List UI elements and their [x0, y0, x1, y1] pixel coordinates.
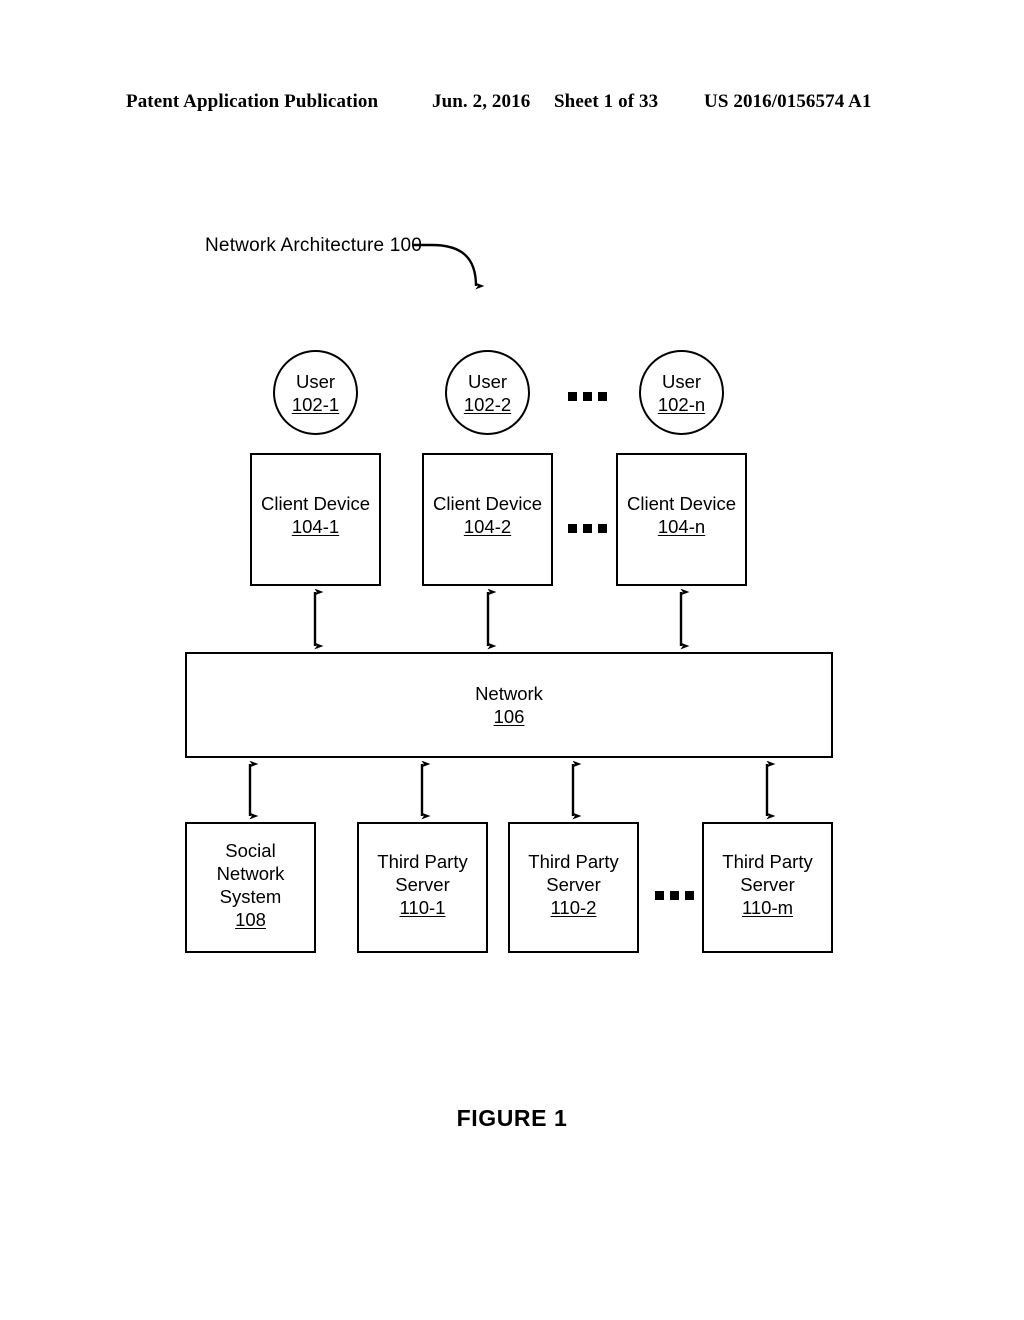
- third-party-server-110-2-line2: Server: [546, 874, 601, 895]
- third-party-server-110-2-line1: Third Party: [528, 851, 619, 872]
- third-party-server-110-m-line1: Third Party: [722, 851, 813, 872]
- ellipsis-client-devices: [568, 524, 607, 533]
- third-party-server-110-1-line2: Server: [395, 874, 450, 895]
- node-user-102-n: User 102-n: [639, 350, 724, 435]
- user-102-1-title: User: [295, 370, 336, 392]
- social-network-system-line2: Network: [216, 862, 285, 884]
- user-102-1-ref: 102-1: [291, 393, 340, 415]
- node-user-102-2: User 102-2: [445, 350, 530, 435]
- node-client-device-104-2: Client Device 104-2: [422, 453, 553, 586]
- client-device-104-2-ref: 104-2: [463, 515, 512, 537]
- user-102-n-ref: 102-n: [657, 393, 706, 415]
- user-102-2-ref: 102-2: [463, 393, 512, 415]
- node-third-party-server-110-2: Third Party Server 110-2: [508, 822, 639, 953]
- node-client-device-104-n: Client Device 104-n: [616, 453, 747, 586]
- client-device-104-n-title: Client Device: [627, 492, 736, 514]
- node-network-106: Network 106: [185, 652, 833, 758]
- third-party-server-110-1-ref: 110-1: [399, 897, 446, 918]
- network-ref: 106: [493, 706, 525, 727]
- user-102-n-title: User: [661, 370, 702, 392]
- diagram-callout-label: Network Architecture 100: [205, 235, 423, 256]
- node-client-device-104-1: Client Device 104-1: [250, 453, 381, 586]
- node-user-102-1: User 102-1: [273, 350, 358, 435]
- figure-caption: FIGURE 1: [456, 1105, 568, 1131]
- client-device-104-2-title: Client Device: [433, 492, 542, 514]
- social-network-system-ref: 108: [235, 908, 266, 930]
- node-third-party-server-110-m: Third Party Server 110-m: [702, 822, 833, 953]
- social-network-system-line1: Social: [225, 839, 276, 861]
- ellipsis-third-party-servers: [655, 891, 694, 900]
- client-device-104-1-title: Client Device: [261, 492, 370, 514]
- user-102-2-title: User: [467, 370, 508, 392]
- third-party-server-110-1-line1: Third Party: [377, 851, 468, 872]
- third-party-server-110-m-line2: Server: [740, 874, 795, 895]
- network-title: Network: [475, 683, 543, 704]
- node-social-network-system-108: Social Network System 108: [185, 822, 316, 953]
- third-party-server-110-m-ref: 110-m: [741, 897, 794, 918]
- third-party-server-110-2-ref: 110-2: [550, 897, 597, 918]
- client-device-104-n-ref: 104-n: [657, 515, 706, 537]
- node-third-party-server-110-1: Third Party Server 110-1: [357, 822, 488, 953]
- social-network-system-line3: System: [219, 885, 282, 907]
- ellipsis-users: [568, 392, 607, 401]
- client-device-104-1-ref: 104-1: [291, 515, 340, 537]
- network-architecture-diagram: Network Architecture 100 User 102-1 User…: [0, 0, 1024, 1320]
